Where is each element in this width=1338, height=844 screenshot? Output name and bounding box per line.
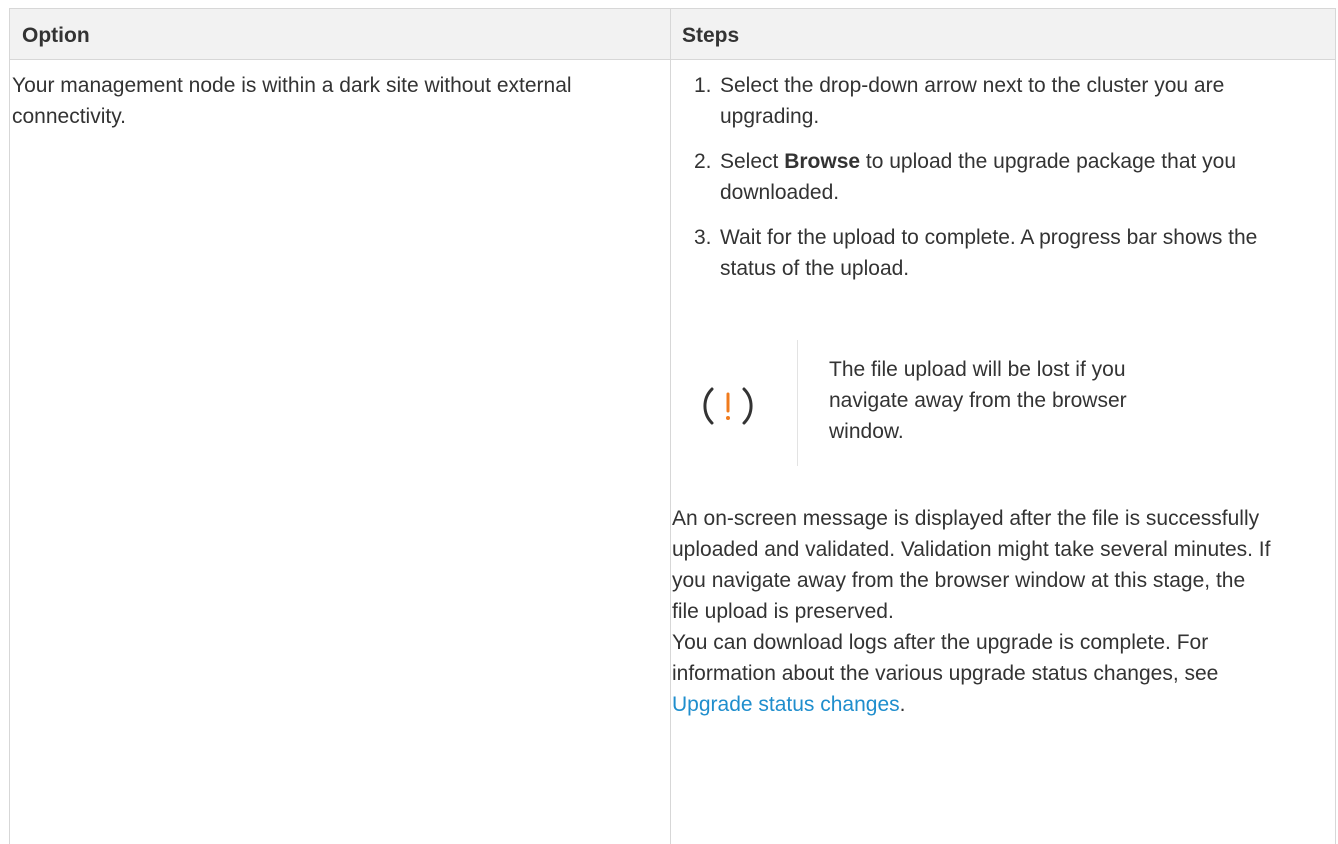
validation-paragraph: An on-screen message is displayed after …: [672, 507, 1271, 623]
step-number: 2.: [694, 150, 712, 173]
logs-text: You can download logs after the upgrade …: [672, 631, 1219, 685]
step-number: 3.: [694, 226, 712, 249]
step-text: Wait for the upload to complete. A progr…: [720, 226, 1258, 280]
caution-text: The file upload will be lost if you navi…: [829, 358, 1127, 443]
steps-list: 1. Select the drop-down arrow next to th…: [672, 70, 1312, 298]
callout-divider: [797, 340, 798, 466]
table-header-row: Option Steps: [10, 9, 1335, 60]
upgrade-status-link[interactable]: Upgrade status changes: [672, 693, 900, 716]
header-steps: Steps: [682, 24, 740, 47]
caution-callout: The file upload will be lost if you navi…: [690, 340, 1290, 466]
step-number: 1.: [694, 74, 712, 97]
step-item: 1. Select the drop-down arrow next to th…: [672, 70, 1312, 132]
caution-icon: [703, 387, 753, 425]
step-item: 3. Wait for the upload to complete. A pr…: [672, 222, 1312, 284]
logs-period: .: [899, 693, 906, 716]
header-option: Option: [22, 24, 90, 47]
steps-notes: An on-screen message is displayed after …: [672, 503, 1272, 720]
step-item: 2. Select Browse to upload the upgrade p…: [672, 146, 1312, 208]
step-bold-term: Browse: [784, 150, 861, 173]
step-text-prefix: Select: [720, 150, 785, 173]
step-text: Select the drop-down arrow next to the c…: [720, 74, 1225, 128]
logs-paragraph: You can download logs after the upgrade …: [672, 627, 1272, 720]
column-divider: [670, 9, 671, 844]
option-cell-text: Your management node is within a dark si…: [12, 74, 572, 128]
